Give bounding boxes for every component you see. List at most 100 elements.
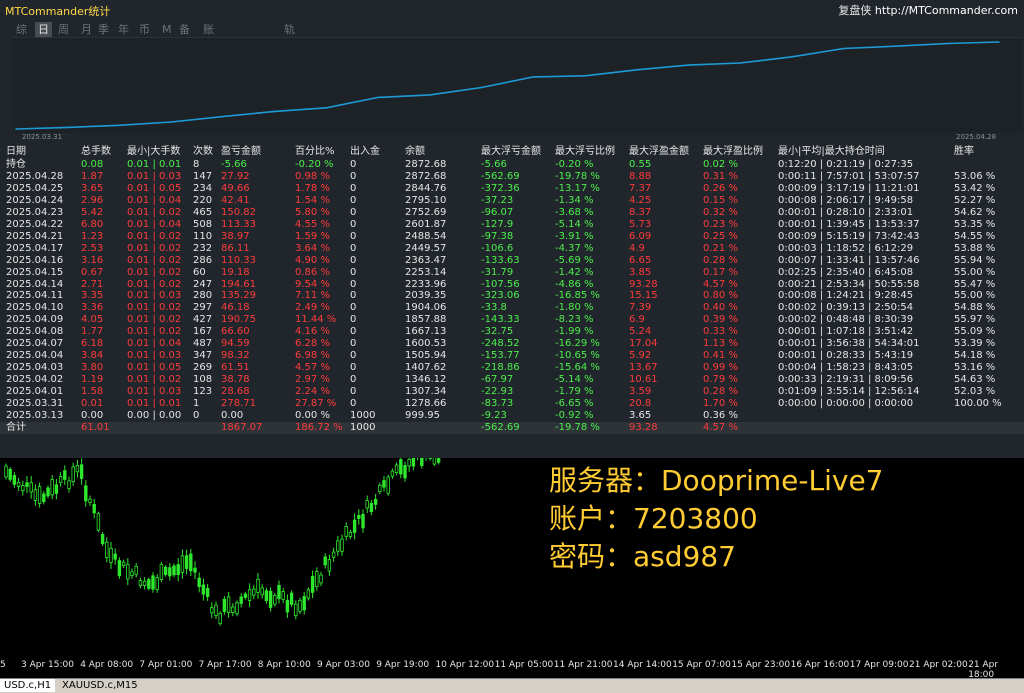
- table-row[interactable]: 2025.04.17 2.53 0.01 | 0.02 232 86.11 3.64 % 0…: [0, 243, 1024, 255]
- table-row[interactable]: 2025.04.22 6.80 0.01 | 0.04 508 113.33 4.55 %…: [0, 219, 1024, 231]
- cell-win: 54.88 %: [954, 302, 996, 314]
- table-row[interactable]: 2025.04.25 3.65 0.01 | 0.05 234 49.66 1.78 % 0…: [0, 183, 1024, 195]
- candle-body-67: [285, 599, 290, 613]
- tab-1[interactable]: 日: [35, 22, 52, 37]
- cell-dd: -143.33: [481, 314, 520, 326]
- chart-tab-0[interactable]: USD.c,H1: [0, 679, 56, 692]
- cell-io: 0: [350, 302, 357, 314]
- candle-body-70: [298, 599, 302, 612]
- cell-pl: -5.66: [221, 159, 247, 170]
- total-row[interactable]: 合计 61.01 1867.07 186.72 % 1000 -562.69 -19.78 …: [0, 421, 1024, 434]
- candle-body-33: [142, 580, 147, 586]
- candle-body-81: [344, 526, 348, 537]
- candle-body-6: [29, 482, 33, 493]
- column-header: 总手数: [81, 146, 111, 157]
- brand-link[interactable]: 复盘侠 http://MTCommander.com: [838, 2, 1018, 18]
- cell-ddp: -1.99 %: [555, 326, 594, 338]
- candle-body-37: [159, 563, 164, 581]
- table-row[interactable]: 2025.04.28 1.87 0.01 | 0.03 147 27.92 0.98 % 0…: [0, 171, 1024, 183]
- cell-date: 持仓: [6, 159, 26, 170]
- cell-win: 54.63 %: [954, 374, 996, 386]
- cell-pl: 38.97: [221, 230, 250, 242]
- cell-dd: -83.73: [481, 398, 514, 409]
- table-row[interactable]: 2025.04.03 3.80 0.01 | 0.05 269 61.51 4.57 % 0…: [0, 362, 1024, 374]
- cell-fpp: 0.15 %: [703, 194, 738, 206]
- table-row[interactable]: 2025.04.07 6.18 0.01 | 0.04 487 94.59 6.28 % 0…: [0, 338, 1024, 350]
- cell-hold: 0:00:01 | 1:39:45 | 13:53:37: [778, 218, 920, 230]
- table-row[interactable]: 2025.04.01 1.58 0.01 | 0.03 123 28.68 2.24 % 0…: [0, 386, 1024, 398]
- cell-bal: 2872.68: [405, 159, 447, 170]
- equity-point-7: [377, 96, 379, 99]
- table-row[interactable]: 2025.04.04 3.84 0.01 | 0.03 347 98.32 6.98 % 0…: [0, 350, 1024, 362]
- tab-4[interactable]: 季: [98, 22, 109, 37]
- cell-io: 0: [350, 170, 357, 182]
- candle-body-48: [205, 587, 210, 597]
- cell-hold: 0:00:08 | 1:24:21 | 9:28:45: [778, 290, 914, 302]
- cell-trades: 508: [193, 218, 213, 230]
- cell-bal: 1857.88: [405, 314, 447, 326]
- cell-ddp: -6.65 %: [555, 398, 594, 409]
- table-row[interactable]: 2025.04.09 4.05 0.01 | 0.02 427 190.75 11.44 …: [0, 314, 1024, 326]
- table-row[interactable]: 2025.04.10 3.36 0.01 | 0.02 297 46.18 2.49 % 0…: [0, 302, 1024, 314]
- table-row[interactable]: 2025.04.24 2.96 0.01 | 0.04 220 42.41 1.54 % 0…: [0, 195, 1024, 207]
- tab-6[interactable]: 币: [139, 22, 150, 37]
- cell-lots: 6.80: [81, 218, 104, 230]
- candle-body-17: [75, 465, 80, 473]
- cell-io: 0: [350, 314, 357, 326]
- brand-url[interactable]: http://MTCommander.com: [875, 4, 1018, 17]
- table-row[interactable]: 2025.04.08 1.77 0.01 | 0.02 167 66.60 4.16 % 0…: [0, 326, 1024, 338]
- chart-tab-1[interactable]: XAUUSD.c,M15: [58, 679, 142, 692]
- table-row[interactable]: 2025.04.15 0.67 0.01 | 0.02 60 19.18 0.86 % 0 2…: [0, 267, 1024, 279]
- tab-3[interactable]: 月: [81, 22, 92, 37]
- candle-body-93: [394, 464, 399, 474]
- candle-body-9: [42, 493, 46, 503]
- cell-trades: 110: [193, 230, 213, 242]
- tab-7[interactable]: M: [162, 22, 172, 37]
- cell-ddp: -3.68 %: [555, 206, 594, 218]
- cell-ddp: -16.85 %: [555, 290, 600, 302]
- cell-dd: -153.77: [481, 350, 520, 362]
- cell-date: 2025.04.11: [6, 290, 64, 302]
- tab-0[interactable]: 综: [16, 22, 27, 37]
- cell-pl: 28.68: [221, 386, 250, 398]
- cell-fpp: 0.36 %: [703, 409, 738, 421]
- table-header: 日期 总手数 最小|大手数 次数 盈亏金额 百分比% 出入金 余额 最大浮亏金额 最大浮亏比例 最大…: [0, 146, 1024, 158]
- tab-8[interactable]: 备: [179, 22, 190, 37]
- cell-pl: 135.29: [221, 290, 256, 302]
- table-row[interactable]: 2025.03.13 0.00 0.00 | 0.00 0 0.00 0.00 % 1000…: [0, 410, 1024, 422]
- equity-point-5: [273, 110, 276, 113]
- table-row[interactable]: 2025.03.31 0.01 0.01 | 0.01 1 278.71 27.87 % 0…: [0, 398, 1024, 410]
- cell-trades: 269: [193, 362, 213, 374]
- tab-2[interactable]: 周: [58, 22, 69, 37]
- tab-9[interactable]: 账户: [203, 22, 214, 51]
- cell-lots: 3.65: [81, 182, 104, 194]
- candle-body-62: [264, 590, 269, 601]
- candle-body-94: [399, 459, 403, 475]
- cell-bal: 1904.06: [405, 302, 447, 314]
- cell-ddp: -5.14 %: [555, 218, 594, 230]
- cell-dd: -372.36: [481, 182, 520, 194]
- tab-10[interactable]: 轨迹: [284, 22, 295, 51]
- cell-minmax: 0.01 | 0.02: [127, 326, 182, 338]
- cell-bal: 1407.62: [405, 362, 447, 374]
- tab-5[interactable]: 年: [118, 22, 129, 37]
- column-header: 百分比%: [295, 146, 335, 157]
- column-header: 最大浮盈金额: [629, 146, 689, 157]
- candle-body-44: [189, 553, 193, 572]
- table-row[interactable]: 2025.04.21 1.23 0.01 | 0.02 110 38.97 1.59 % 0…: [0, 231, 1024, 243]
- equity-curve: [12, 37, 1023, 133]
- candle-body-84: [357, 515, 361, 519]
- cell-pct: 4.57 %: [295, 362, 330, 374]
- table-row[interactable]: 2025.04.14 2.71 0.01 | 0.02 247 194.61 9.54 %…: [0, 279, 1024, 291]
- table-row[interactable]: 2025.04.02 1.19 0.01 | 0.02 108 38.78 2.97 % 0…: [0, 374, 1024, 386]
- table-row[interactable]: 2025.04.11 3.35 0.01 | 0.03 280 135.29 7.11 %…: [0, 290, 1024, 302]
- candle-body-2: [12, 475, 17, 485]
- table-row[interactable]: 2025.04.16 3.16 0.01 | 0.02 286 110.33 4.90 %…: [0, 255, 1024, 267]
- cell-win: 53.88 %: [954, 242, 996, 254]
- table-row[interactable]: 2025.04.23 5.42 0.01 | 0.02 465 150.82 5.80 %…: [0, 207, 1024, 219]
- candle-body-42: [180, 555, 185, 573]
- holding-row[interactable]: 持仓 0.08 0.01 | 0.01 8 -5.66 -0.20 % 0 2872.68 -5…: [0, 159, 1024, 171]
- cell-trades: 427: [193, 314, 213, 326]
- candle-body-18: [79, 464, 84, 479]
- cell-minmax: 0.01 | 0.02: [127, 242, 182, 254]
